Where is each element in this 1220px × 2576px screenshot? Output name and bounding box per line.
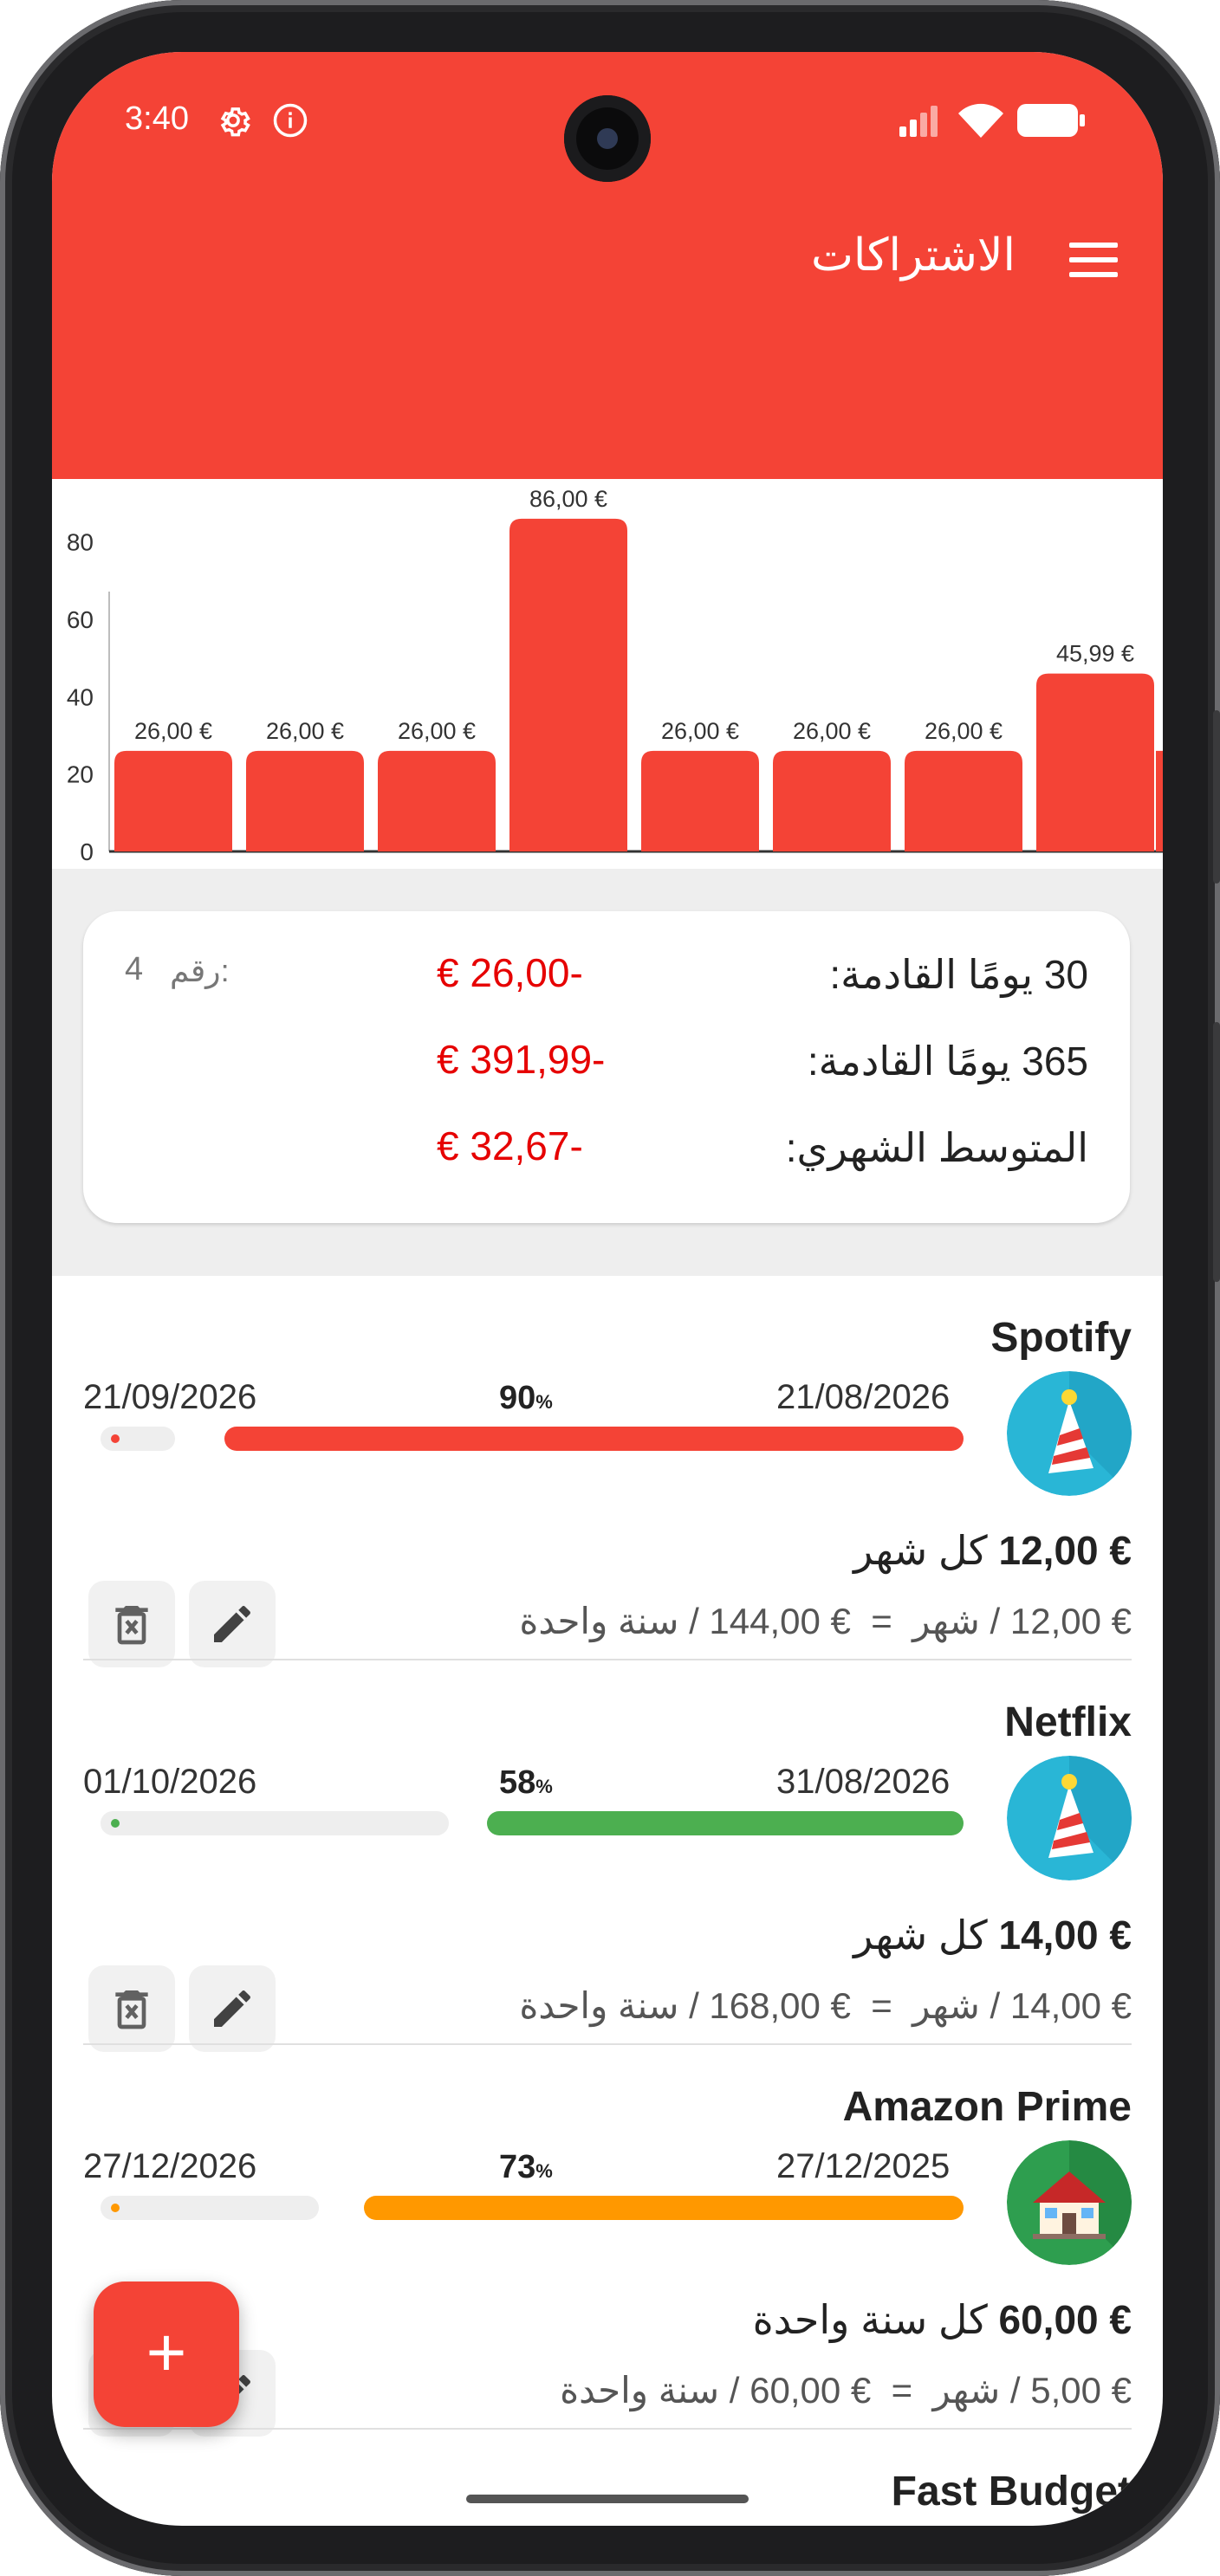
front-camera: [564, 95, 651, 182]
edit-button[interactable]: [189, 1965, 276, 2052]
pencil-icon: [214, 1990, 250, 2027]
bar-value-label: 26,00 €: [925, 718, 1003, 744]
page-title: الاشتراكات: [810, 230, 1016, 281]
price-breakdown: € 12,00 / شهر = € 144,00 / سنة واحدة: [519, 1601, 1132, 1641]
end-date: 21/09/2026: [83, 1378, 257, 1416]
subscription-name: Netflix: [1004, 1699, 1132, 1745]
app-icon: [1007, 2525, 1132, 2526]
next-30-days-value: € 26,00-: [437, 950, 583, 995]
y-tick-label: 80: [67, 529, 94, 556]
price-breakdown: € 14,00 / شهر = € 168,00 / سنة واحدة: [519, 1985, 1132, 2026]
chart-bar: [509, 518, 627, 851]
wifi-icon: [958, 102, 1003, 143]
add-subscription-button[interactable]: +: [94, 2282, 239, 2427]
price-per-period: € 60,00 كل سنة واحدة: [752, 2297, 1132, 2342]
progress-dot: [111, 1819, 120, 1828]
bar-value-label: 26,00 €: [793, 718, 871, 744]
progress-bar: [487, 1811, 964, 1835]
bar-chart: 02040608026,00 €09/2626,00 €10/2626,00 €…: [67, 486, 1163, 869]
bar-value-label: 26,00 €: [134, 718, 212, 744]
price-per-period: € 14,00 كل شهر: [853, 1913, 1132, 1958]
progress-percent: 73%: [499, 2149, 553, 2185]
price-per-period: € 12,00 كل شهر: [853, 1528, 1132, 1573]
edit-button[interactable]: [189, 1581, 276, 1667]
price-breakdown: € 5,00 / شهر = € 60,00 / سنة واحدة: [560, 2370, 1132, 2411]
y-tick-label: 40: [67, 683, 94, 710]
battery-icon: [1017, 104, 1087, 141]
chart-bar-partial: [1156, 750, 1163, 851]
next-30-days-label: 30 يومًا القادمة:: [829, 952, 1088, 997]
chart-bar: [378, 750, 496, 851]
subscription-item[interactable]: Netflix 01/10/2026 58% 31/08/2026 € 14,0…: [52, 1660, 1163, 2052]
monthly-average-value: € 32,67-: [437, 1123, 583, 1168]
status-time: 3:40: [125, 100, 189, 137]
next-365-days-label: 365 يومًا القادمة:: [807, 1039, 1088, 1084]
signal-icon: [899, 106, 948, 141]
volume-button: [1213, 1022, 1220, 1282]
home-indicator[interactable]: [466, 2495, 749, 2503]
summary-card: رقم: 4 30 يومًا القادمة: € 26,00- 365 يو…: [83, 911, 1130, 1223]
start-date: 21/08/2026: [776, 1378, 951, 1416]
progress-bar: [364, 2196, 964, 2220]
start-date: 31/08/2026: [776, 1763, 951, 1801]
progress-dot: [111, 2204, 120, 2212]
progress-percent: 58%: [499, 1764, 553, 1801]
elapsed-track: [101, 2196, 319, 2220]
delete-button[interactable]: [88, 1965, 175, 2052]
bar-value-label: 45,99 €: [1056, 641, 1134, 667]
info-icon: [272, 102, 308, 143]
chart-bar: [114, 750, 232, 851]
bar-value-label: 26,00 €: [398, 718, 476, 744]
start-date: 27/12/2025: [776, 2147, 951, 2185]
end-date: 01/10/2026: [83, 1763, 257, 1801]
y-tick-label: 60: [67, 606, 94, 633]
chart-bar: [1036, 673, 1154, 851]
count-label: رقم:: [170, 953, 230, 988]
power-button: [1213, 710, 1220, 883]
bar-value-label: 26,00 €: [661, 718, 739, 744]
chart-bar: [773, 750, 891, 851]
progress-dot: [111, 1434, 120, 1443]
chart-bar: [905, 750, 1022, 851]
subscription-item[interactable]: Fast Budget: [52, 2430, 1163, 2526]
progress-bar: [224, 1427, 964, 1451]
pencil-icon: [214, 1606, 250, 1642]
app-bar: 3:40 الاشتراكات: [52, 52, 1163, 479]
progress-percent: 90%: [499, 1380, 553, 1416]
trash-icon: [115, 1990, 148, 2029]
end-date: 27/12/2026: [83, 2147, 257, 2185]
count-value: 4: [125, 951, 144, 987]
bar-value-label: 86,00 €: [529, 486, 607, 512]
elapsed-track: [101, 1427, 175, 1451]
screen: 3:40 الاشتراكات 02040608026,00 €09/2626,…: [52, 52, 1163, 2526]
y-tick-label: 0: [80, 838, 94, 865]
gear-icon: [215, 102, 251, 143]
y-tick-label: 20: [67, 761, 94, 788]
subscription-name: Spotify: [990, 1315, 1132, 1361]
trash-icon: [115, 1606, 148, 1645]
elapsed-track: [101, 1811, 449, 1835]
bar-value-label: 26,00 €: [266, 718, 344, 744]
menu-icon[interactable]: [1069, 243, 1118, 277]
party-hat-icon: [1007, 1756, 1132, 1880]
next-365-days-value: € 391,99-: [437, 1037, 606, 1082]
subscription-name: Fast Budget: [891, 2469, 1132, 2515]
delete-button[interactable]: [88, 1581, 175, 1667]
subscription-item[interactable]: Spotify 21/09/2026 90% 21/08/2026 € 12,0…: [52, 1276, 1163, 1667]
house-icon: [1007, 2140, 1132, 2265]
chart-bar: [641, 750, 759, 851]
subscription-name: Amazon Prime: [842, 2084, 1132, 2130]
chart-bar: [246, 750, 364, 851]
monthly-average-label: المتوسط الشهري:: [785, 1125, 1088, 1170]
monthly-cost-chart: 02040608026,00 €09/2626,00 €10/2626,00 €…: [52, 479, 1163, 869]
party-hat-icon: [1007, 1371, 1132, 1496]
